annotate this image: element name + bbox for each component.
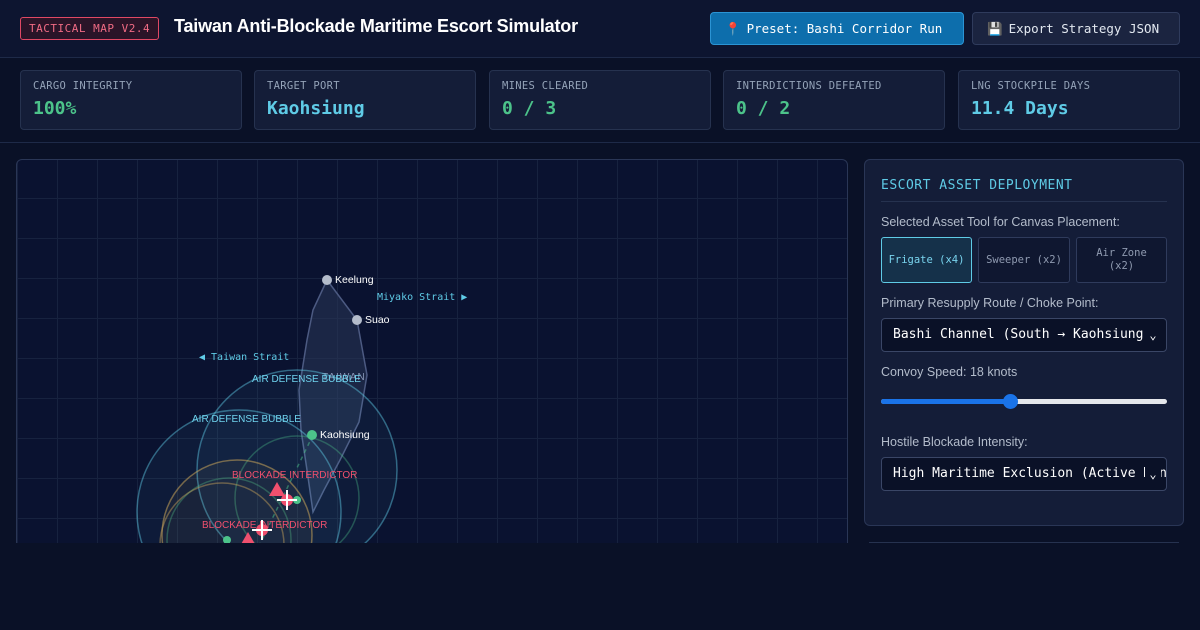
stat-label: INTERDICTIONS DEFEATED	[736, 80, 882, 92]
intensity-label: Hostile Blockade Intensity:	[881, 435, 1028, 449]
port-marker-kaohsiung[interactable]	[307, 430, 317, 440]
app-title: Taiwan Anti-Blockade Maritime Escort Sim…	[174, 16, 578, 36]
stat-label: LNG STOCKPILE DAYS	[971, 80, 1091, 92]
tactical-map-canvas[interactable]: TAIWAN AIR DEFENSE BUBBLE AIR DEFENSE BU…	[16, 159, 848, 559]
chevron-down-icon: ⌄	[1145, 319, 1161, 351]
stat-interdictions-defeated: INTERDICTIONS DEFEATED 0 / 2	[723, 70, 945, 130]
stat-target-port: TARGET PORT Kaohsiung	[254, 70, 476, 130]
tool-frigate-button[interactable]: Frigate (x4)	[881, 237, 972, 283]
stat-value: 100%	[33, 98, 77, 119]
port-label: Keelung	[335, 274, 374, 286]
stat-lng-stockpile: LNG STOCKPILE DAYS 11.4 Days	[958, 70, 1180, 130]
tool-sweeper-button[interactable]: Sweeper (x2)	[978, 237, 1070, 283]
preset-button[interactable]: 📍 Preset: Bashi Corridor Run	[710, 12, 964, 45]
slider-fill	[881, 399, 1010, 404]
air-defense-bubble-label: AIR DEFENSE BUBBLE	[192, 414, 301, 425]
slider-thumb[interactable]	[1002, 394, 1018, 409]
route-label: Primary Resupply Route / Choke Point:	[881, 296, 1099, 310]
escort-deployment-panel: ESCORT ASSET DEPLOYMENT Selected Asset T…	[864, 159, 1184, 526]
stats-bar: CARGO INTEGRITY 100% TARGET PORT Kaohsiu…	[0, 58, 1200, 143]
app-header: TACTICAL MAP V2.4 Taiwan Anti-Blockade M…	[0, 0, 1200, 58]
stat-label: MINES CLEARED	[502, 80, 589, 92]
route-select[interactable]: Bashi Channel (South → Kaohsiung) ⌄	[881, 318, 1167, 352]
stat-cargo-integrity: CARGO INTEGRITY 100%	[20, 70, 242, 130]
tool-label: Selected Asset Tool for Canvas Placement…	[881, 215, 1120, 229]
stat-mines-cleared: MINES CLEARED 0 / 3	[489, 70, 711, 130]
stat-value: 11.4 Days	[971, 98, 1069, 119]
port-label: Suao	[365, 314, 390, 326]
stat-label: CARGO INTEGRITY	[33, 80, 133, 92]
intensity-select[interactable]: High Maritime Exclusion (Active Mines) ⌄	[881, 457, 1167, 491]
version-badge: TACTICAL MAP V2.4	[20, 17, 160, 40]
export-button-label: Export Strategy JSON	[1008, 21, 1160, 36]
stat-value: 0 / 2	[736, 98, 791, 119]
interdictor-label: BLOCKADE INTERDICTOR	[232, 470, 357, 481]
preset-button-label: Preset: Bashi Corridor Run	[746, 21, 943, 36]
taiwan-strait-label: ◀ Taiwan Strait	[199, 352, 289, 363]
floppy-disk-icon: 💾	[987, 21, 1003, 36]
port-label: Kaohsiung	[320, 429, 370, 441]
asset-tool-group: Frigate (x4) Sweeper (x2) Air Zone (x2)	[881, 237, 1167, 283]
miyako-strait-label: Miyako Strait ▶	[377, 292, 467, 303]
intensity-select-value: High Maritime Exclusion (Active Mines)	[893, 466, 1167, 481]
stat-label: TARGET PORT	[267, 80, 340, 92]
port-marker-suao[interactable]	[352, 315, 362, 325]
stat-value: Kaohsiung	[267, 98, 365, 119]
page-bottom-background	[0, 543, 1200, 630]
route-select-value: Bashi Channel (South → Kaohsiung)	[893, 327, 1152, 342]
tool-air-zone-button[interactable]: Air Zone (x2)	[1076, 237, 1167, 283]
convoy-speed-slider[interactable]	[881, 393, 1167, 409]
map-svg: TAIWAN AIR DEFENSE BUBBLE AIR DEFENSE BU…	[136, 274, 467, 558]
pin-icon: 📍	[725, 21, 741, 36]
chevron-down-icon: ⌄	[1145, 458, 1161, 490]
panel-title: ESCORT ASSET DEPLOYMENT	[881, 178, 1167, 202]
export-button[interactable]: 💾 Export Strategy JSON	[972, 12, 1180, 45]
stat-value: 0 / 3	[502, 98, 557, 119]
speed-label: Convoy Speed: 18 knots	[881, 365, 1018, 379]
port-marker-keelung[interactable]	[322, 275, 332, 285]
air-defense-bubble-label: AIR DEFENSE BUBBLE	[252, 374, 361, 385]
